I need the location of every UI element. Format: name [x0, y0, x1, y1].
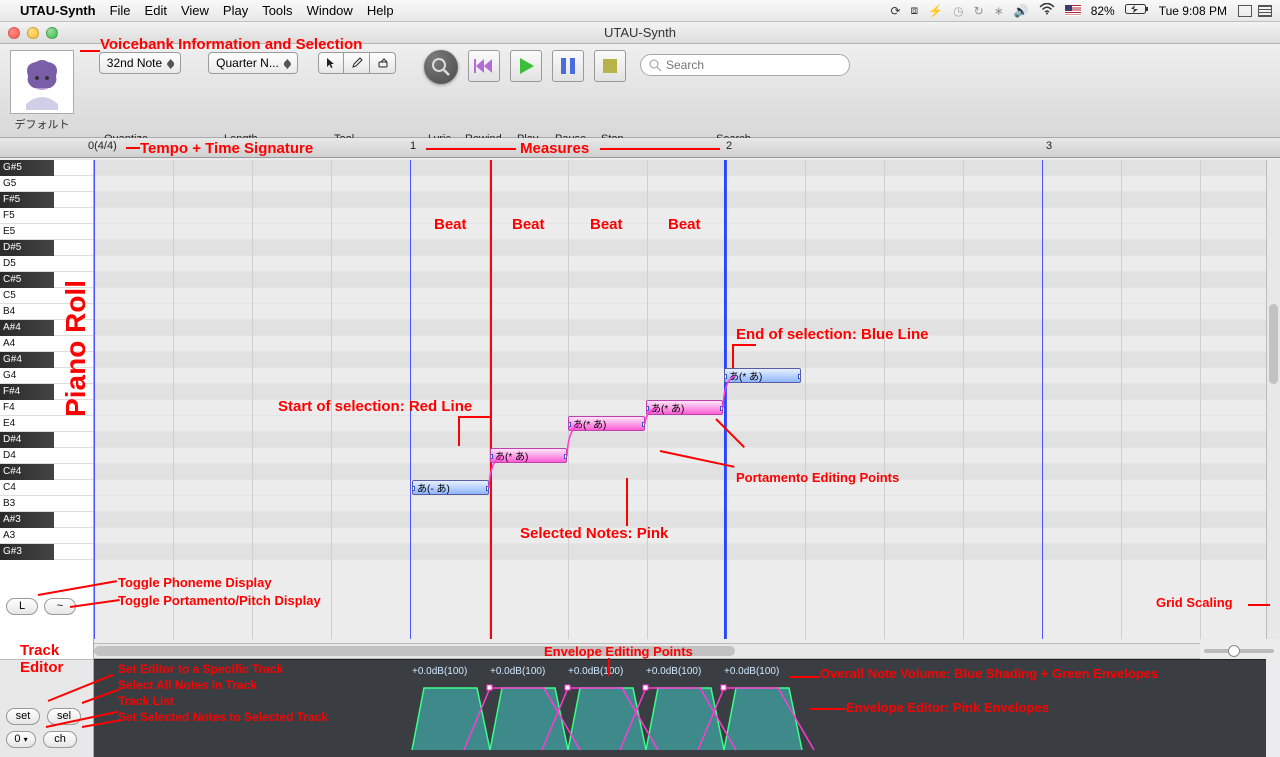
- menu-window[interactable]: Window: [307, 3, 353, 18]
- search-input[interactable]: [666, 58, 841, 72]
- measure-mark-3: 3: [1046, 140, 1052, 152]
- tempo-signature[interactable]: 0(4/4): [88, 140, 117, 152]
- zoom-knob[interactable]: [1228, 645, 1240, 657]
- piano-key[interactable]: F4: [0, 400, 93, 416]
- window-title: UTAU-Synth: [0, 25, 1280, 40]
- note[interactable]: あ(* あ): [490, 448, 567, 463]
- set-track-button[interactable]: set: [6, 708, 40, 725]
- quantize-select[interactable]: 32nd Note: [99, 52, 181, 74]
- piano-key[interactable]: C5: [0, 288, 93, 304]
- eraser-tool[interactable]: [370, 52, 396, 74]
- envelope-canvas[interactable]: [94, 660, 1266, 757]
- menubar-extras[interactable]: [1238, 5, 1272, 17]
- track-list-select[interactable]: 0 ▾: [6, 731, 36, 748]
- input-flag-icon[interactable]: [1065, 5, 1081, 16]
- piano-key[interactable]: E4: [0, 416, 93, 432]
- length-column: Quarter N...: [198, 52, 308, 74]
- piano-key[interactable]: G4: [0, 368, 93, 384]
- piano-key[interactable]: G#3: [0, 544, 93, 560]
- toolbar: デフォルト 32nd Note Quarter N... Quantize: [0, 44, 1280, 138]
- note[interactable]: あ(* あ): [646, 400, 723, 415]
- pause-button[interactable]: [552, 50, 584, 82]
- piano-key[interactable]: G#5: [0, 160, 93, 176]
- system-menubar: UTAU-Synth File Edit View Play Tools Win…: [0, 0, 1280, 22]
- voicebank-label: デフォルト: [10, 116, 74, 132]
- scroll-thumb[interactable]: [94, 646, 735, 656]
- vertical-scrollbar[interactable]: [1266, 160, 1280, 639]
- piano-key[interactable]: F5: [0, 208, 93, 224]
- horizontal-scrollbar[interactable]: [94, 643, 1200, 659]
- stop-button[interactable]: [594, 50, 626, 82]
- piano-key[interactable]: D4: [0, 448, 93, 464]
- search-icon: [649, 59, 662, 72]
- note[interactable]: あ(* あ): [568, 416, 645, 431]
- battery-icon[interactable]: [1125, 3, 1149, 18]
- search-box[interactable]: [640, 54, 850, 76]
- tool-buttons: [318, 52, 396, 74]
- bolt-icon[interactable]: ⚡: [928, 4, 943, 18]
- lyric-button[interactable]: [424, 50, 458, 84]
- piano-key[interactable]: F#5: [0, 192, 93, 208]
- quantize-column: 32nd Note: [90, 52, 190, 74]
- main-area: G#5G5F#5F5E5D#5D5C#5C5B4A#4A4G#4G4F#4F4E…: [0, 160, 1280, 757]
- piano-key[interactable]: C4: [0, 480, 93, 496]
- voicebank-avatar[interactable]: [10, 50, 74, 114]
- menu-file[interactable]: File: [110, 3, 131, 18]
- length-select[interactable]: Quarter N...: [208, 52, 298, 74]
- select-all-button[interactable]: sel: [47, 708, 81, 725]
- measure-mark-1: 1: [410, 140, 416, 152]
- menubar-clock[interactable]: Tue 9:08 PM: [1159, 4, 1227, 18]
- timeline-ruler[interactable]: 0(4/4) 1 2 3: [0, 138, 1280, 158]
- app-menu[interactable]: UTAU-Synth: [20, 3, 96, 18]
- wifi-icon[interactable]: [1039, 3, 1055, 18]
- piano-key[interactable]: F#4: [0, 384, 93, 400]
- piano-key[interactable]: G#4: [0, 352, 93, 368]
- dim-icon: ◷: [953, 4, 963, 18]
- note[interactable]: あ(- あ): [412, 480, 489, 495]
- piano-key[interactable]: G5: [0, 176, 93, 192]
- piano-key[interactable]: B3: [0, 496, 93, 512]
- clock-icon[interactable]: ↻: [974, 4, 984, 18]
- menu-view[interactable]: View: [181, 3, 209, 18]
- measure-mark-2: 2: [726, 140, 732, 152]
- battery-text: 82%: [1091, 4, 1115, 18]
- envelope-editor[interactable]: +0.0dB(100)+0.0dB(100)+0.0dB(100)+0.0dB(…: [94, 659, 1266, 757]
- pencil-tool[interactable]: [344, 52, 370, 74]
- piano-key[interactable]: D#4: [0, 432, 93, 448]
- piano-key[interactable]: D5: [0, 256, 93, 272]
- rewind-button[interactable]: [468, 50, 500, 82]
- track-editor: set sel 0 ▾ ch: [0, 659, 94, 757]
- piano-key[interactable]: C#5: [0, 272, 93, 288]
- piano-key[interactable]: E5: [0, 224, 93, 240]
- piano-key[interactable]: C#4: [0, 464, 93, 480]
- app-window: UTAU-Synth デフォルト 32nd Note Quarter N...: [0, 22, 1280, 757]
- play-button[interactable]: [510, 50, 542, 82]
- toggle-phoneme-button[interactable]: L: [6, 598, 38, 615]
- menu-play[interactable]: Play: [223, 3, 248, 18]
- piano-key[interactable]: A#4: [0, 320, 93, 336]
- titlebar: UTAU-Synth: [0, 22, 1280, 44]
- menu-edit[interactable]: Edit: [145, 3, 167, 18]
- piano-key[interactable]: A3: [0, 528, 93, 544]
- voicebank-selector[interactable]: デフォルト: [10, 50, 74, 132]
- sync-icon[interactable]: ⟳: [890, 4, 900, 18]
- pointer-tool[interactable]: [318, 52, 344, 74]
- zoom-slider[interactable]: [1204, 643, 1274, 659]
- dropbox-icon[interactable]: ⧈: [911, 3, 919, 18]
- menu-help[interactable]: Help: [367, 3, 394, 18]
- transport: [468, 50, 626, 82]
- piano-key[interactable]: B4: [0, 304, 93, 320]
- bluetooth-icon[interactable]: ∗: [994, 4, 1004, 18]
- piano-key[interactable]: A4: [0, 336, 93, 352]
- piano-key[interactable]: A#3: [0, 512, 93, 528]
- toggle-portamento-button[interactable]: ~: [44, 598, 76, 615]
- piano-roll[interactable]: あ(- あ)あ(* あ)あ(* あ)あ(* あ)あ(* あ) +0.0dB(10…: [94, 160, 1280, 757]
- menu-tools[interactable]: Tools: [262, 3, 292, 18]
- note[interactable]: あ(* あ): [724, 368, 801, 383]
- scroll-thumb[interactable]: [1269, 304, 1278, 384]
- set-selected-button[interactable]: ch: [43, 731, 77, 748]
- piano-key[interactable]: D#5: [0, 240, 93, 256]
- volume-icon[interactable]: 🔊: [1014, 4, 1029, 18]
